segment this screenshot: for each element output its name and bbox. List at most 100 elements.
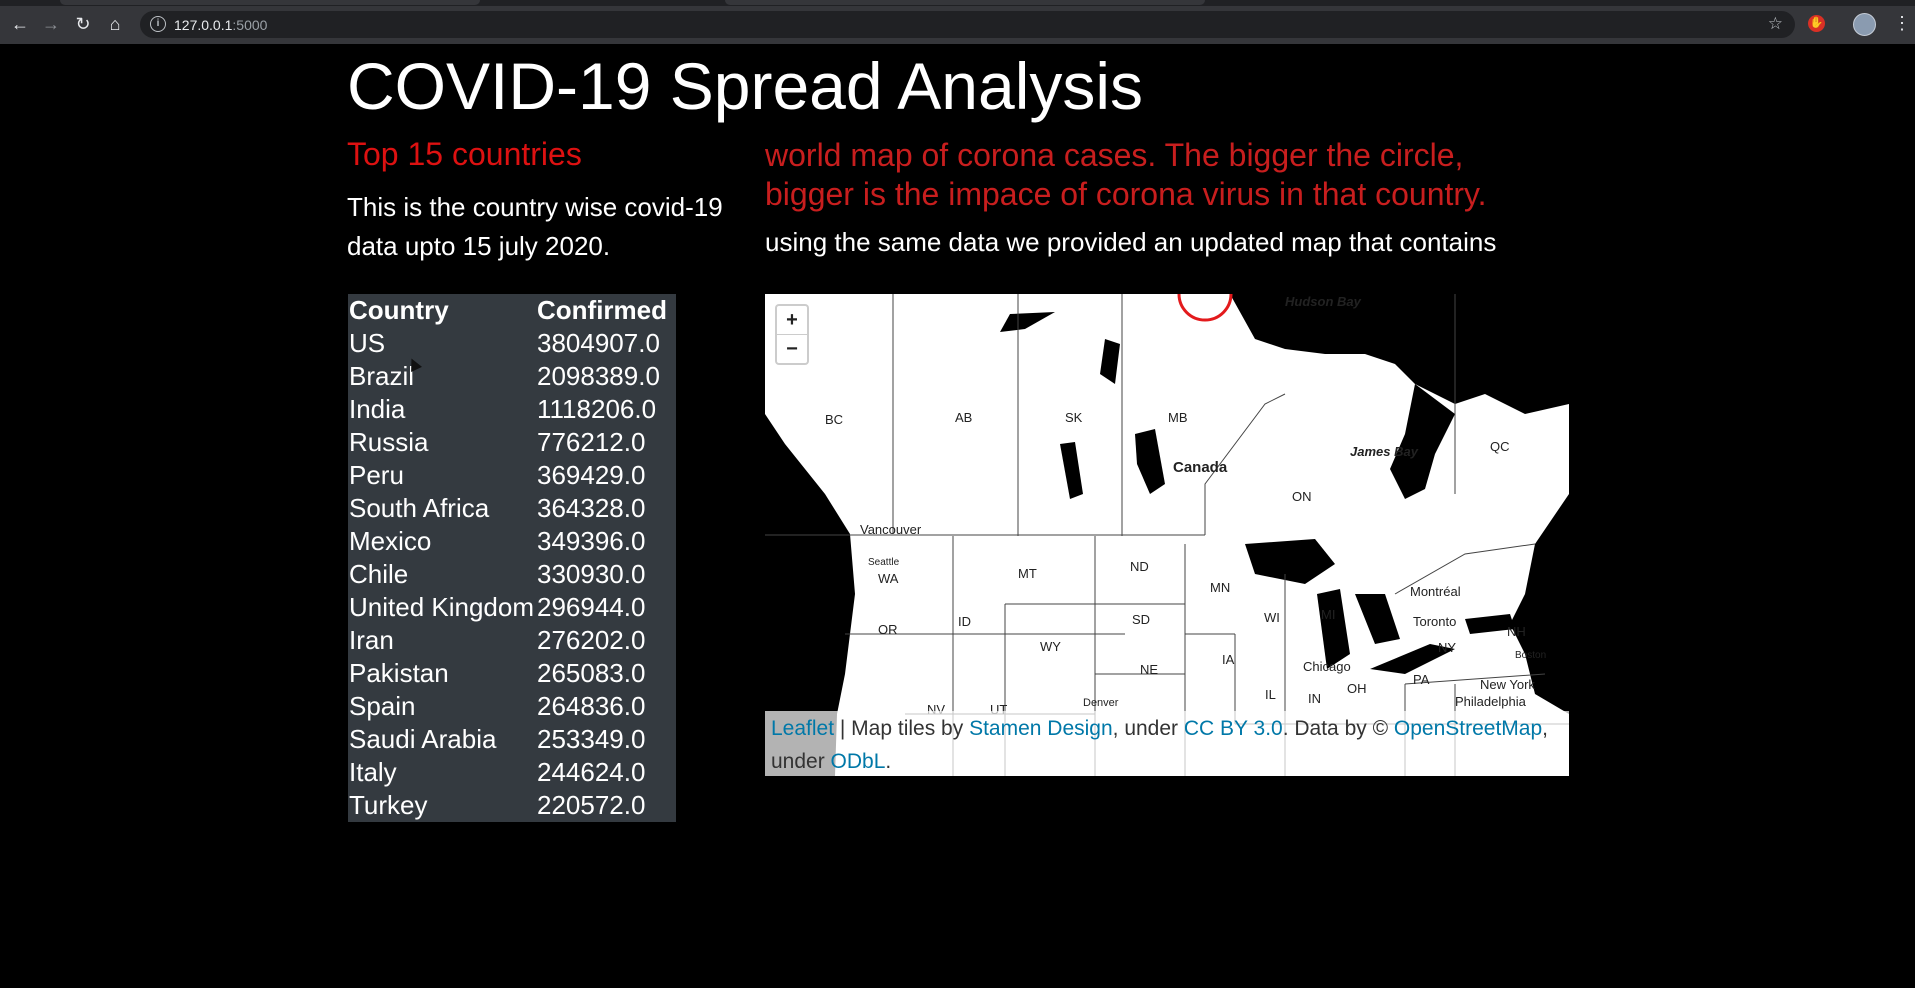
zoom-in-button[interactable]: + <box>777 306 807 335</box>
map-label: NH <box>1507 624 1526 639</box>
confirmed-cell: 220572.0 <box>537 790 646 820</box>
table-row: US 3804907.0 <box>348 327 676 360</box>
odbl-link[interactable]: ODbL <box>831 750 886 773</box>
country-cell: Italy <box>349 757 397 787</box>
table-row: United Kingdom 296944.0 <box>348 591 676 624</box>
country-cell: Saudi Arabia <box>349 724 497 754</box>
url-port: :5000 <box>232 17 268 33</box>
page-content: COVID-19 Spread Analysis Top 15 countrie… <box>0 44 1915 988</box>
confirmed-cell: 330930.0 <box>537 559 646 589</box>
zoom-out-button[interactable]: − <box>777 335 807 363</box>
map-label: ON <box>1292 489 1312 504</box>
browser-chrome: ← → ↻ ⌂ i 127.0.0.1:5000 ☆ ✋ ⋮ <box>0 0 1915 44</box>
browser-tab[interactable] <box>60 0 480 5</box>
confirmed-cell: 369429.0 <box>537 460 646 490</box>
back-icon[interactable]: ← <box>9 13 31 35</box>
country-cell: Pakistan <box>349 658 449 688</box>
map-label: ND <box>1130 559 1149 574</box>
map-label: SK <box>1065 410 1083 425</box>
map-label: MN <box>1210 580 1231 595</box>
country-cell: Russia <box>349 427 429 457</box>
home-icon[interactable]: ⌂ <box>104 13 126 35</box>
country-cell: Chile <box>349 559 409 589</box>
bookmark-star-icon[interactable]: ☆ <box>1768 14 1783 34</box>
map-label: OH <box>1347 681 1367 696</box>
map-label: NE <box>1140 662 1159 677</box>
stamen-link[interactable]: Stamen Design <box>969 717 1113 740</box>
map-label: Canada <box>1173 459 1228 476</box>
map-label: WI <box>1264 610 1280 625</box>
map-label: Boston <box>1515 650 1547 661</box>
confirmed-cell: 253349.0 <box>537 724 646 754</box>
map-label: BC <box>825 412 844 427</box>
map-label: AB <box>955 410 973 425</box>
map-label: Toronto <box>1413 614 1457 629</box>
table-row: Mexico 349396.0 <box>348 525 676 558</box>
attribution-text: , under <box>1112 717 1184 740</box>
attribution-text: . <box>885 750 892 773</box>
profile-avatar[interactable] <box>1853 13 1876 36</box>
browser-tab[interactable] <box>725 0 1205 5</box>
map-label: WY <box>1040 639 1061 654</box>
confirmed-cell: 776212.0 <box>537 427 646 457</box>
map-label: Seattle <box>868 557 900 568</box>
map-label: James Bay <box>1350 444 1418 459</box>
confirmed-cell: 2098389.0 <box>537 361 660 391</box>
country-cell: Spain <box>349 691 416 721</box>
table-row: Russia 776212.0 <box>348 426 676 459</box>
reload-icon[interactable]: ↻ <box>72 13 94 35</box>
map-attribution: Leaflet | Map tiles by Stamen Design, un… <box>765 711 1569 776</box>
map-label: IN <box>1308 691 1321 706</box>
map-label: PA <box>1413 672 1430 687</box>
confirmed-cell: 264836.0 <box>537 691 646 721</box>
map-heading: world map of corona cases. The bigger th… <box>765 137 1487 212</box>
map-label: MB <box>1168 410 1188 425</box>
attribution-text: | Map tiles by <box>834 717 970 740</box>
table-row: Peru 369429.0 <box>348 459 676 492</box>
browser-menu-icon[interactable]: ⋮ <box>1893 13 1911 33</box>
extension-icon[interactable]: ✋ <box>1808 15 1825 32</box>
ccby-link[interactable]: CC BY 3.0 <box>1184 717 1283 740</box>
country-cell: Brazil <box>349 361 415 391</box>
map-label: QC <box>1490 439 1510 454</box>
country-cell: India <box>349 394 406 424</box>
column-header-confirmed: Confirmed <box>537 295 667 325</box>
table-description: This is the country wise covid-19 data u… <box>347 192 723 261</box>
map-label: Denver <box>1083 697 1119 709</box>
map-label: MI <box>1321 607 1336 622</box>
confirmed-cell: 276202.0 <box>537 625 646 655</box>
attribution-text: . Data by © <box>1282 717 1394 740</box>
country-cell: South Africa <box>349 493 490 523</box>
tab-strip <box>0 0 1915 6</box>
map-label: Hudson Bay <box>1285 294 1361 309</box>
confirmed-cell: 265083.0 <box>537 658 646 688</box>
map-label: OR <box>878 622 898 637</box>
confirmed-cell: 296944.0 <box>537 592 646 622</box>
map-label: WA <box>878 571 899 586</box>
site-info-icon[interactable]: i <box>150 16 166 32</box>
map-label: NY <box>1438 640 1457 655</box>
table-heading: Top 15 countries <box>347 136 582 172</box>
table-row: Turkey 220572.0 <box>348 789 676 822</box>
country-cell: Turkey <box>349 790 428 820</box>
map-label: MT <box>1018 566 1037 581</box>
leaflet-link[interactable]: Leaflet <box>771 717 834 740</box>
map-description: using the same data we provided an updat… <box>765 227 1497 257</box>
url-text: 127.0.0.1:5000 <box>174 17 267 33</box>
confirmed-cell: 3804907.0 <box>537 328 660 358</box>
forward-icon[interactable]: → <box>40 13 62 35</box>
map-label: SD <box>1132 612 1151 627</box>
table-header-row: Country Confirmed <box>348 294 676 327</box>
confirmed-cell: 349396.0 <box>537 526 646 556</box>
table-row: India 1118206.0 <box>348 393 676 426</box>
table-row: Saudi Arabia 253349.0 <box>348 723 676 756</box>
map-label: Philadelphia <box>1455 694 1526 709</box>
map-label: Montréal <box>1410 584 1461 599</box>
confirmed-cell: 244624.0 <box>537 757 646 787</box>
leaflet-map[interactable]: Hudson Bay James Bay Canada BC AB SK MB … <box>765 294 1569 776</box>
table-row: Italy 244624.0 <box>348 756 676 789</box>
osm-link[interactable]: OpenStreetMap <box>1394 717 1542 740</box>
address-bar[interactable]: i 127.0.0.1:5000 ☆ <box>140 11 1795 38</box>
map-label: New York <box>1480 677 1535 692</box>
url-host: 127.0.0.1 <box>174 17 233 33</box>
